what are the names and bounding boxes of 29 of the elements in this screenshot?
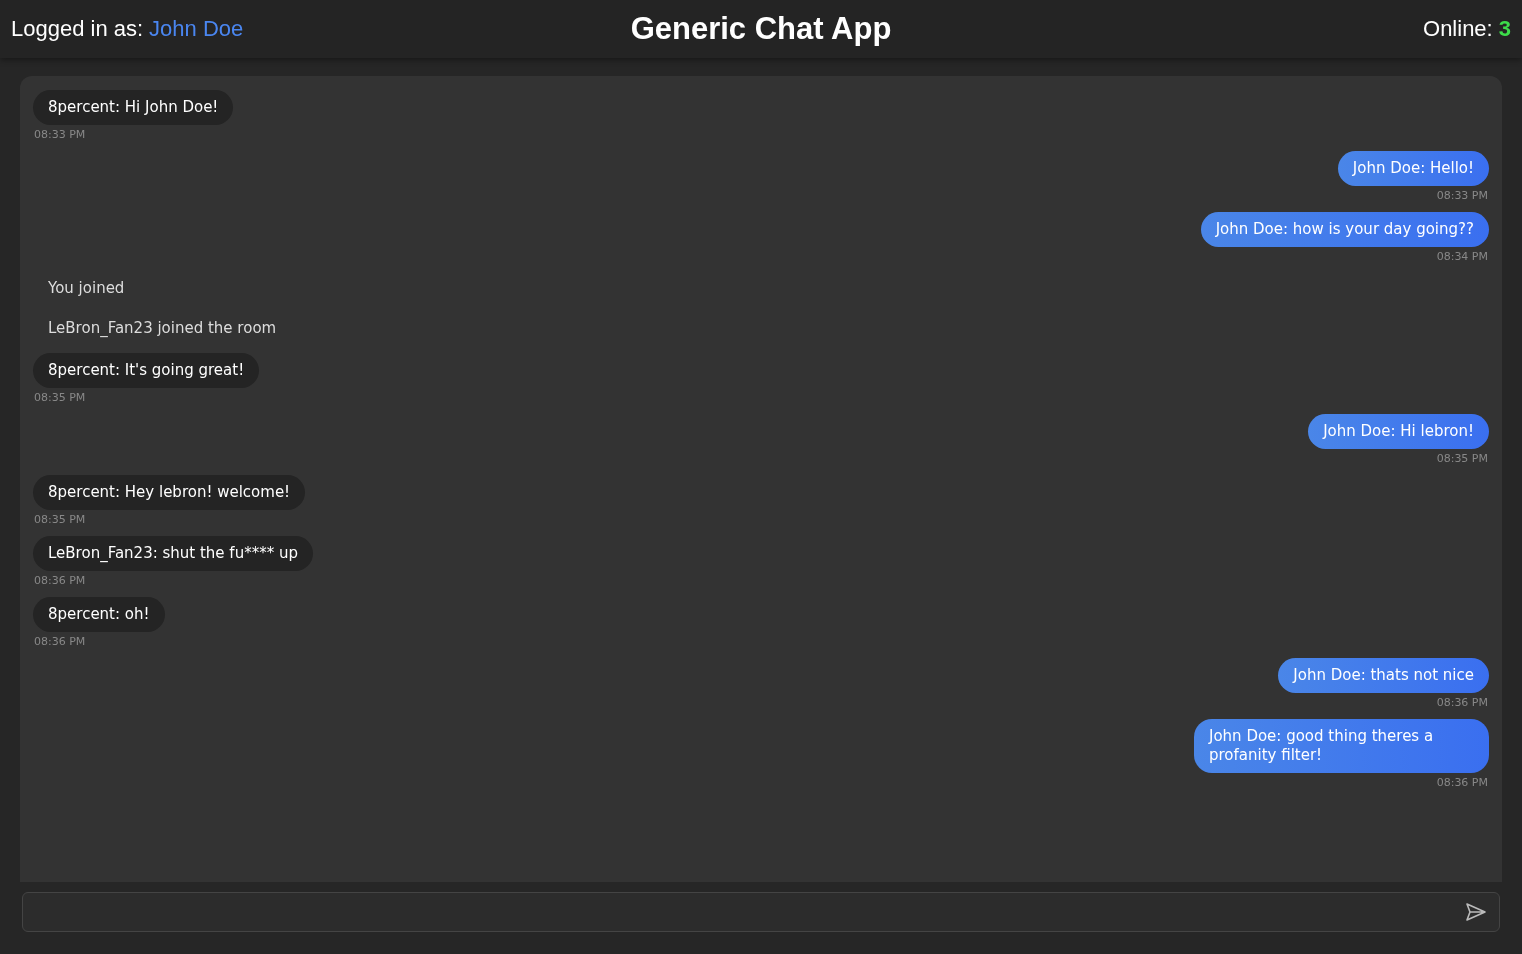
received-message-bubble: 8percent: Hi John Doe!: [33, 90, 234, 125]
received-message-bubble: 8percent: It's going great!: [33, 353, 260, 388]
message-time: 08:35 PM: [33, 391, 87, 404]
system-message: You joined: [47, 278, 126, 299]
message-time: 08:36 PM: [33, 574, 87, 587]
message-time: 08:33 PM: [33, 128, 87, 141]
received-message-bubble: 8percent: Hey lebron! welcome!: [33, 475, 306, 510]
message-time: 08:36 PM: [1435, 696, 1489, 709]
sent-message-bubble: John Doe: Hello!: [1337, 151, 1489, 186]
message-time: 08:35 PM: [1435, 452, 1489, 465]
message-time: 08:36 PM: [33, 635, 87, 648]
message-time: 08:36 PM: [1435, 776, 1489, 789]
received-message-bubble: 8percent: oh!: [33, 597, 165, 632]
sent-message-bubble: John Doe: good thing theres a profanity filter!: [1194, 719, 1489, 773]
online-label: Online:: [1423, 16, 1493, 42]
message-time: 08:34 PM: [1435, 250, 1489, 263]
user-name: John Doe: [149, 16, 244, 42]
online-count: 3: [1498, 16, 1511, 42]
system-message: LeBron_Fan23 joined the room: [47, 318, 278, 339]
sent-message-bubble: John Doe: Hi lebron!: [1308, 414, 1489, 449]
message-time: 08:35 PM: [33, 513, 87, 526]
app-title: Generic Chat App: [630, 11, 892, 47]
logged-in-label: Logged in as:: [11, 16, 144, 42]
received-message-bubble: LeBron_Fan23: shut the fu**** up: [33, 536, 313, 571]
send-icon[interactable]: [1465, 902, 1487, 922]
message-time: 08:33 PM: [1435, 189, 1489, 202]
sent-message-bubble: John Doe: how is your day going??: [1200, 212, 1489, 247]
sent-message-bubble: John Doe: thats not nice: [1278, 658, 1489, 693]
message-input-field[interactable]: [22, 892, 1500, 932]
